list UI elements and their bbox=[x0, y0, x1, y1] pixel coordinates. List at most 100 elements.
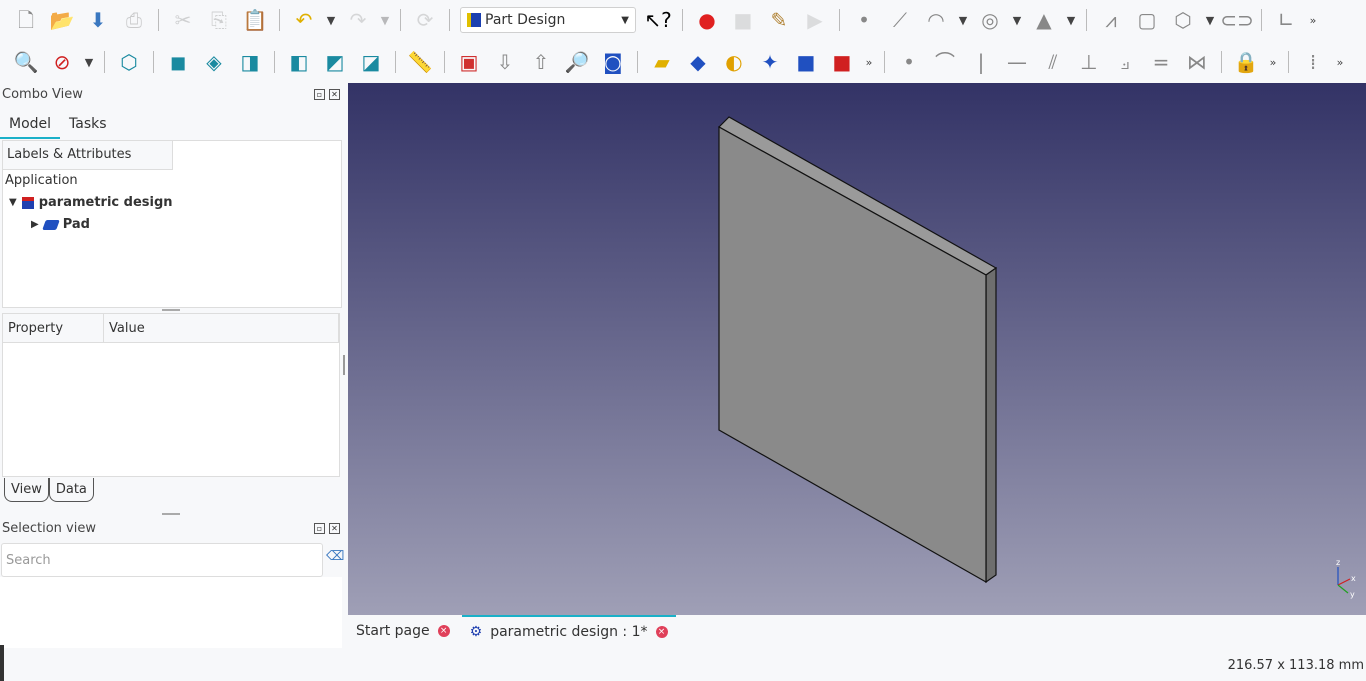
close-tab-icon[interactable]: × bbox=[437, 625, 450, 637]
constraint-point-on-object-icon[interactable]: ⌒ bbox=[927, 47, 963, 77]
constraint-horizontal-icon[interactable]: — bbox=[999, 47, 1035, 77]
additive-primitive-icon[interactable]: ■ bbox=[788, 47, 824, 77]
pocket-icon[interactable]: ◆ bbox=[680, 47, 716, 77]
splitter-handle[interactable] bbox=[162, 309, 180, 311]
groove-icon[interactable]: ✦ bbox=[752, 47, 788, 77]
redo-icon[interactable]: ↷ bbox=[340, 5, 376, 35]
create-body-icon[interactable]: ▣ bbox=[451, 47, 487, 77]
draw-style-icon[interactable]: ⊘ bbox=[44, 47, 80, 77]
constraint-tangent-icon[interactable]: ⟓ bbox=[1107, 47, 1143, 77]
tree-item-pad[interactable]: ▶ Pad bbox=[31, 217, 90, 232]
copy-icon[interactable]: ⎘ bbox=[201, 5, 237, 35]
tab-parametric-design[interactable]: ⚙ parametric design : 1* × bbox=[461, 615, 676, 647]
constraint-vertical-icon[interactable]: | bbox=[963, 47, 999, 77]
float-icon[interactable]: ▫ bbox=[314, 523, 325, 534]
macro-stop-icon[interactable]: ■ bbox=[725, 5, 761, 35]
sketch-polygon-icon[interactable]: ⬡ bbox=[1165, 5, 1201, 35]
open-file-icon[interactable]: 📂 bbox=[44, 5, 80, 35]
sketch-rectangle-icon[interactable]: ▢ bbox=[1129, 5, 1165, 35]
new-file-icon[interactable]: 🗋 bbox=[8, 5, 44, 35]
main-toolbar: 🗋 📂 ⬇ ⎙ ✂ ⎘ 📋 ↶ ▼ ↷ ▼ ⟳ Part Design ▼ ↖? ● ■ ✎ ▶ • ⟋ ◠ ▼ ◎ ▼ ▲ ▼ ⩘ ▢… bbox=[0, 0, 1366, 40]
chevron-down-icon: ▼ bbox=[621, 14, 629, 26]
pad-icon[interactable]: ▰ bbox=[644, 47, 680, 77]
macro-play-icon[interactable]: ▶ bbox=[797, 5, 833, 35]
whats-this-icon[interactable]: ↖? bbox=[640, 5, 676, 35]
cut-icon[interactable]: ✂ bbox=[165, 5, 201, 35]
constraint-symmetric-icon[interactable]: ⋈ bbox=[1179, 47, 1215, 77]
revolution-icon[interactable]: ◐ bbox=[716, 47, 752, 77]
collapse-arrow-icon[interactable]: ▼ bbox=[9, 197, 17, 208]
arc-dropdown-icon[interactable]: ▼ bbox=[954, 5, 972, 35]
constraint-parallel-icon[interactable]: ⫽ bbox=[1035, 47, 1071, 77]
selection-search-input[interactable]: Search bbox=[1, 543, 323, 577]
tab-tasks[interactable]: Tasks bbox=[60, 111, 116, 139]
toggle-construction-icon[interactable]: ⁞ bbox=[1295, 47, 1331, 77]
create-sketch-icon[interactable]: ◙ bbox=[595, 47, 631, 77]
splitter-handle[interactable] bbox=[162, 513, 180, 515]
more-sketcher-icon[interactable]: » bbox=[1331, 47, 1349, 77]
export-icon[interactable]: ⇩ bbox=[487, 47, 523, 77]
float-icon[interactable]: ▫ bbox=[314, 89, 325, 100]
view-bottom-icon[interactable]: ◩ bbox=[317, 47, 353, 77]
paste-icon[interactable]: 📋 bbox=[237, 5, 273, 35]
undo-dropdown-icon[interactable]: ▼ bbox=[322, 5, 340, 35]
sketch-line-icon[interactable]: ⟋ bbox=[882, 5, 918, 35]
save-icon[interactable]: ⬇ bbox=[80, 5, 116, 35]
3d-viewport[interactable]: z x y bbox=[348, 83, 1366, 615]
sketch-point-icon[interactable]: • bbox=[846, 5, 882, 35]
close-icon[interactable]: ✕ bbox=[329, 523, 340, 534]
more-constraints-icon[interactable]: » bbox=[1264, 47, 1282, 77]
view-right-icon[interactable]: ◨ bbox=[232, 47, 268, 77]
toolbar-separator bbox=[395, 51, 396, 73]
view-top-icon[interactable]: ◈ bbox=[196, 47, 232, 77]
tab-view[interactable]: View bbox=[4, 478, 49, 502]
sketch-fillet-icon[interactable]: ∟ bbox=[1268, 5, 1304, 35]
close-icon[interactable]: ✕ bbox=[329, 89, 340, 100]
clear-search-icon[interactable]: ⌫ bbox=[326, 549, 344, 564]
constraint-equal-icon[interactable]: = bbox=[1143, 47, 1179, 77]
sketch-conic-icon[interactable]: ▲ bbox=[1026, 5, 1062, 35]
redo-dropdown-icon[interactable]: ▼ bbox=[376, 5, 394, 35]
sketch-polyline-icon[interactable]: ⩘ bbox=[1093, 5, 1129, 35]
svg-text:y: y bbox=[1350, 590, 1355, 599]
fit-all-icon[interactable]: 🔍 bbox=[8, 47, 44, 77]
constraint-coincident-icon[interactable]: • bbox=[891, 47, 927, 77]
expand-arrow-icon[interactable]: ▶ bbox=[31, 219, 39, 230]
measure-icon[interactable]: 📏 bbox=[402, 47, 438, 77]
tree-item-document[interactable]: ▼ parametric design bbox=[9, 195, 173, 210]
undo-icon[interactable]: ↶ bbox=[286, 5, 322, 35]
combo-view-title: Combo View bbox=[2, 87, 83, 102]
tab-data[interactable]: Data bbox=[48, 478, 94, 502]
sketch-circle-icon[interactable]: ◎ bbox=[972, 5, 1008, 35]
panel-resize-handle[interactable] bbox=[343, 355, 345, 375]
more-partdesign-icon[interactable]: » bbox=[860, 47, 878, 77]
preview-icon[interactable]: 🔎 bbox=[559, 47, 595, 77]
view-front-icon[interactable]: ◼ bbox=[160, 47, 196, 77]
macro-record-icon[interactable]: ● bbox=[689, 5, 725, 35]
constraint-lock-icon[interactable]: 🔒 bbox=[1228, 47, 1264, 77]
view-left-icon[interactable]: ◪ bbox=[353, 47, 389, 77]
sketch-arc-icon[interactable]: ◠ bbox=[918, 5, 954, 35]
value-column-header: Value bbox=[104, 314, 339, 342]
tab-start-page[interactable]: Start page × bbox=[348, 615, 458, 647]
circle-dropdown-icon[interactable]: ▼ bbox=[1008, 5, 1026, 35]
sketch-slot-icon[interactable]: ⊂⊃ bbox=[1219, 5, 1255, 35]
workbench-selector[interactable]: Part Design ▼ bbox=[460, 7, 636, 33]
conic-dropdown-icon[interactable]: ▼ bbox=[1062, 5, 1080, 35]
constraint-perpendicular-icon[interactable]: ⊥ bbox=[1071, 47, 1107, 77]
close-tab-icon[interactable]: × bbox=[655, 626, 668, 638]
workbench-label: Part Design bbox=[485, 12, 566, 28]
draw-style-dropdown-icon[interactable]: ▼ bbox=[80, 47, 98, 77]
svg-text:x: x bbox=[1351, 574, 1356, 583]
refresh-icon[interactable]: ⟳ bbox=[407, 5, 443, 35]
print-icon[interactable]: ⎙ bbox=[116, 5, 152, 35]
view-rear-icon[interactable]: ◧ bbox=[281, 47, 317, 77]
import-icon[interactable]: ⇧ bbox=[523, 47, 559, 77]
subtractive-primitive-icon[interactable]: ■ bbox=[824, 47, 860, 77]
view-isometric-icon[interactable]: ⬡ bbox=[111, 47, 147, 77]
tab-model[interactable]: Model bbox=[0, 111, 61, 139]
window-edge bbox=[0, 645, 4, 681]
macro-edit-icon[interactable]: ✎ bbox=[761, 5, 797, 35]
more-tools-icon[interactable]: » bbox=[1304, 5, 1322, 35]
polygon-dropdown-icon[interactable]: ▼ bbox=[1201, 5, 1219, 35]
